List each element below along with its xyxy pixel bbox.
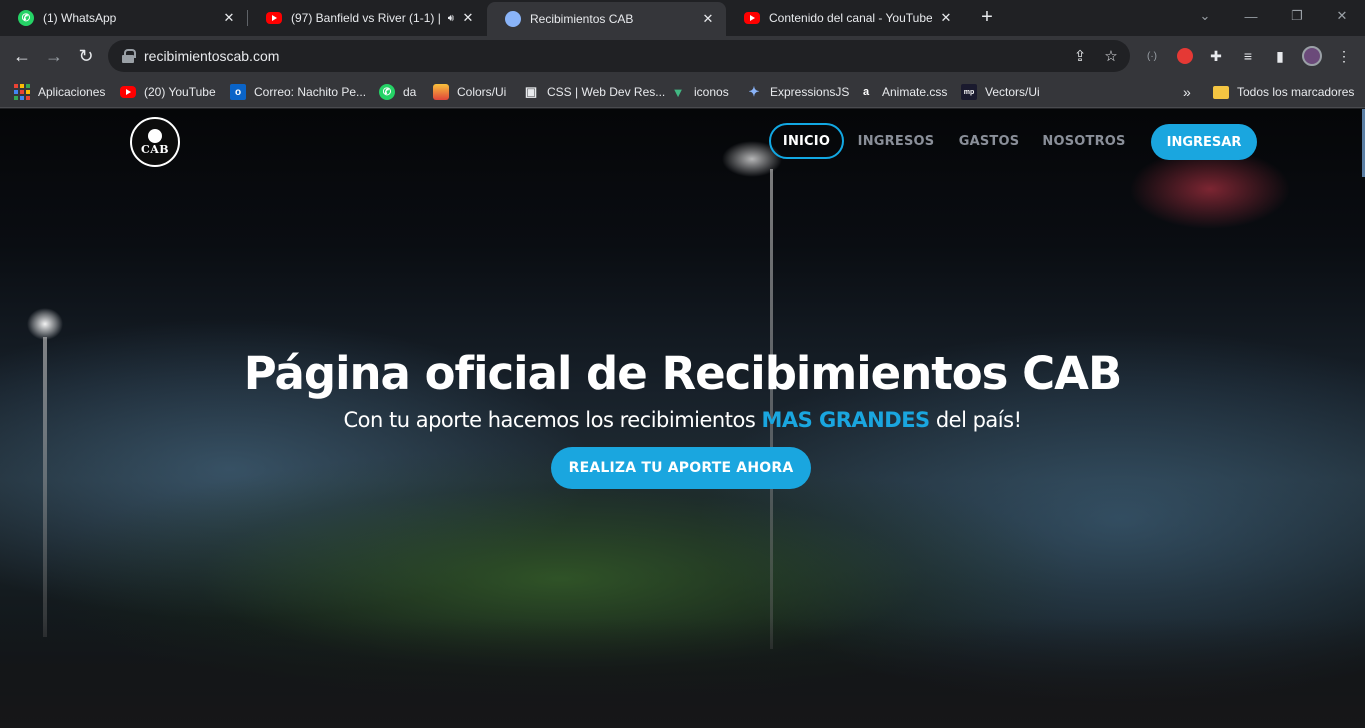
bookmark-label: iconos [694,85,729,99]
youtube-icon [744,12,760,24]
bookmarks-bar: Aplicaciones (20) YouTube o Correo: Nach… [0,76,1365,108]
bookmark-expressionsjs[interactable]: ✦ ExpressionsJS [746,83,850,101]
bookmark-label: CSS | Web Dev Res... [547,85,666,99]
bookmark-label: Vectors/Ui [985,85,1040,99]
bookmark-label: Aplicaciones [38,85,106,99]
bookmark-label: Correo: Nachito Pe... [254,85,367,99]
site-logo[interactable]: CAB [130,117,180,167]
reload-icon[interactable]: ↻ [72,42,100,70]
lock-icon[interactable] [122,49,136,63]
reading-list-icon[interactable]: ≡ [1238,46,1258,66]
nav-nosotros[interactable]: NOSOTROS [1042,123,1125,159]
ingresar-button[interactable]: INGRESAR [1151,124,1257,160]
tab-title: Contenido del canal - YouTube St [769,11,932,25]
youtube-icon [266,12,282,24]
bookmark-youtube[interactable]: (20) YouTube [120,83,216,101]
tab-youtube-studio[interactable]: Contenido del canal - YouTube St ✕ [726,0,964,36]
close-icon[interactable]: ✕ [938,10,954,26]
speaker-icon[interactable]: 🔊︎ [448,13,454,24]
bookmark-vectors[interactable]: mp Vectors/Ui [961,83,1040,101]
mp-icon: mp [961,84,977,100]
nav-gastos[interactable]: GASTOS [958,123,1020,159]
hero-subtitle: Con tu aporte hacemos los recibimientos … [0,408,1365,432]
side-panel-icon[interactable]: ▮ [1270,46,1290,66]
vue-icon: ▼ [671,84,685,100]
share-icon[interactable]: ⇪ [1070,46,1090,66]
apps-grid-icon [14,84,30,100]
bookmarks-overflow-button[interactable]: » [1183,83,1191,101]
bookmark-label: Todos los marcadores [1237,85,1355,99]
whatsapp-icon: ✆ [18,10,34,26]
bookmark-star-icon[interactable]: ☆ [1101,46,1121,66]
a-icon: a [862,86,870,98]
close-icon[interactable]: ✕ [700,11,716,27]
hero-section: CAB INICIO INGRESOS GASTOS NOSOTROS INGR… [0,109,1365,728]
whatsapp-icon: ✆ [379,84,395,100]
extensions-puzzle-icon[interactable]: ✚ [1206,46,1226,66]
bookmark-animate-css[interactable]: a Animate.css [858,83,947,101]
menu-kebab-icon[interactable]: ⋮ [1334,46,1354,66]
hero-subtitle-end: del país! [929,408,1022,432]
close-icon[interactable]: ✕ [460,10,476,26]
folder-icon [1213,85,1229,99]
back-icon[interactable]: ← [8,42,36,70]
tab-title: Recibimientos CAB [530,12,634,26]
forward-icon[interactable]: → [40,42,68,70]
profile-avatar[interactable] [1302,46,1322,66]
hero-title: Página oficial de Recibimientos CAB [243,347,1123,400]
bookmark-colors[interactable]: Colors/Ui [433,83,506,101]
close-icon[interactable]: ✕ [221,10,237,26]
floppy-icon: ▣ [524,84,538,99]
bookmark-label: Colors/Ui [457,85,507,99]
tab-search-icon[interactable]: ⌄ [1182,0,1228,32]
cast-icon[interactable]: (·) [1142,46,1162,66]
globe-icon [505,11,521,27]
tab-banfield-river[interactable]: (97) Banfield vs River (1-1) | A 🔊︎ ✕ [248,0,486,36]
bookmark-css-webdev[interactable]: ▣ CSS | Web Dev Res... [523,83,665,101]
bookmark-da[interactable]: ✆ da [379,83,416,101]
youtube-icon [120,86,136,98]
hero-subtitle-highlight: MAS GRANDES [761,408,930,432]
tab-whatsapp[interactable]: ✆ (1) WhatsApp ✕ [0,0,247,36]
nav-ingresos[interactable]: INGRESOS [858,123,934,159]
bookmark-label: (20) YouTube [144,85,216,99]
bookmark-label: da [403,85,417,99]
hero-fade [0,618,1365,728]
hero-subtitle-start: Con tu aporte hacemos los recibimientos [343,408,762,432]
all-bookmarks-folder[interactable]: Todos los marcadores [1213,83,1354,101]
browser-toolbar: ← → ↻ recibimientoscab.com ⇪ ☆ (·) ✚ ≡ ▮… [0,36,1365,76]
logo-text: CAB [140,143,170,156]
restore-icon[interactable]: ❐ [1274,0,1320,32]
bookmark-label: Animate.css [882,85,948,99]
minimize-icon[interactable]: — [1228,0,1274,32]
bookmark-iconos[interactable]: ▼ iconos [670,83,729,101]
address-bar[interactable]: recibimientoscab.com ⇪ ☆ [108,40,1130,72]
adblock-icon[interactable] [1175,46,1195,66]
aporte-button[interactable]: REALIZA TU APORTE AHORA [551,447,811,489]
bookmark-correo[interactable]: o Correo: Nachito Pe... [230,83,366,101]
bookmark-aplicaciones[interactable]: Aplicaciones [14,83,105,101]
sparkle-icon: ✦ [748,84,760,99]
tab-recibimientos-cab[interactable]: Recibimientos CAB ✕ [487,2,726,36]
tab-title: (97) Banfield vs River (1-1) | A [291,11,442,25]
new-tab-icon[interactable]: + [976,7,998,29]
url-text[interactable]: recibimientoscab.com [144,48,279,64]
window-close-icon[interactable]: ✕ [1319,0,1365,32]
tab-title: (1) WhatsApp [43,11,117,25]
tab-strip: ✆ (1) WhatsApp ✕ (97) Banfield vs River … [0,0,1365,36]
outlook-icon: o [230,84,246,100]
logo-figure-icon [148,129,162,143]
nav-inicio[interactable]: INICIO [769,123,844,159]
colors-icon [433,84,449,100]
bookmark-label: ExpressionsJS [770,85,850,99]
